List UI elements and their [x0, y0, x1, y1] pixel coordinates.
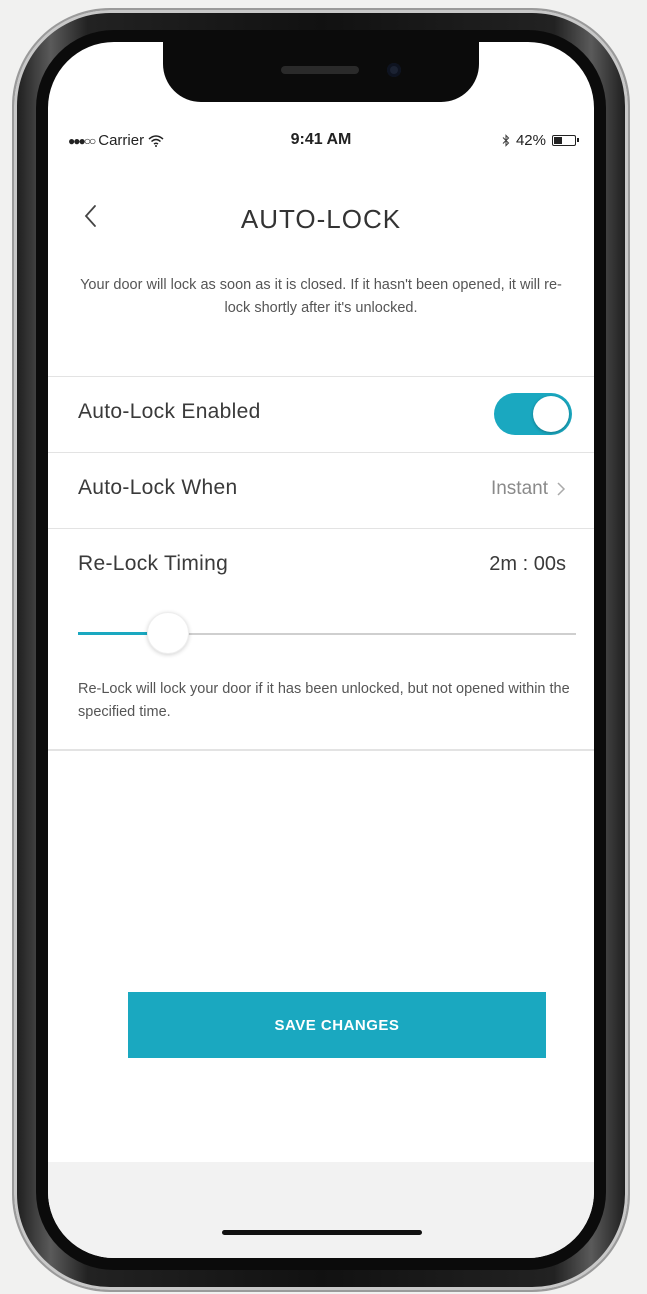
- front-camera: [387, 63, 401, 77]
- status-bar: ●●●○○ Carrier 9:41 AM 42%: [48, 130, 594, 154]
- stage: ●●●○○ Carrier 9:41 AM 42% AUTO-LOCK Your…: [0, 0, 647, 1294]
- battery-percent: 42%: [515, 132, 546, 149]
- relock-timing-label: Re-Lock Timing: [78, 552, 229, 575]
- auto-lock-when-value: Instant: [490, 478, 548, 499]
- save-changes-button[interactable]: SAVE CHANGES: [128, 992, 546, 1058]
- battery-fill: [554, 137, 563, 144]
- phone-screen: ●●●○○ Carrier 9:41 AM 42% AUTO-LOCK Your…: [48, 42, 594, 1258]
- divider: [48, 749, 594, 751]
- nav-bar: AUTO-LOCK: [48, 186, 594, 246]
- chevron-right-icon: [557, 482, 566, 496]
- phone-bezel: ●●●○○ Carrier 9:41 AM 42% AUTO-LOCK Your…: [36, 30, 606, 1270]
- auto-lock-enabled-label: Auto-Lock Enabled: [78, 400, 261, 423]
- bluetooth-icon: [502, 134, 510, 147]
- relock-timing-slider[interactable]: [78, 612, 576, 656]
- bottom-area: [48, 1162, 594, 1258]
- toggle-knob: [533, 396, 569, 432]
- notch: [163, 42, 479, 102]
- auto-lock-when-row[interactable]: Auto-Lock When Instant: [48, 452, 594, 528]
- relock-timing-value: 2m : 00s: [489, 553, 566, 575]
- speaker-grille: [281, 66, 359, 74]
- page-title: AUTO-LOCK: [240, 204, 402, 234]
- home-indicator[interactable]: [222, 1230, 422, 1235]
- slider-thumb[interactable]: [146, 612, 189, 654]
- auto-lock-description: Your door will lock as soon as it is clo…: [80, 277, 562, 316]
- phone-frame: ●●●○○ Carrier 9:41 AM 42% AUTO-LOCK Your…: [14, 10, 628, 1290]
- auto-lock-enabled-toggle[interactable]: [494, 393, 572, 435]
- auto-lock-when-label: Auto-Lock When: [78, 476, 238, 499]
- auto-lock-enabled-row: Auto-Lock Enabled: [48, 376, 594, 452]
- battery-icon: [552, 135, 579, 146]
- status-right: 42%: [502, 132, 579, 149]
- auto-lock-when-value-group: Instant: [491, 478, 566, 500]
- relock-note: Re-Lock will lock your door if it has be…: [78, 681, 570, 720]
